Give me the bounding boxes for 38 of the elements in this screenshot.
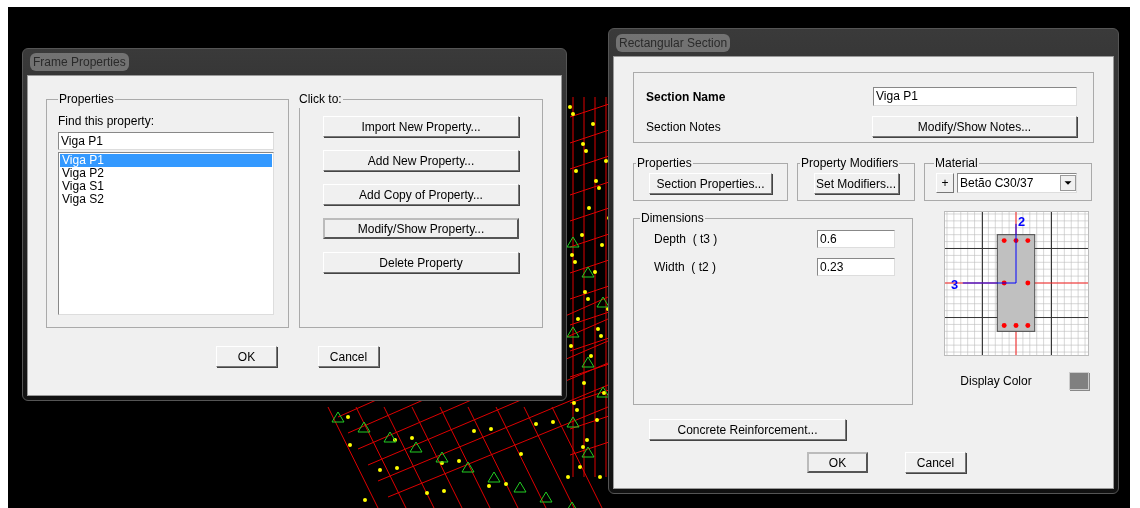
input-field[interactable]: 0.6 [817,230,895,248]
cancel-button[interactable]: Cancel [905,452,966,473]
group-label: Material [934,155,979,172]
input-field[interactable]: 0.23 [817,258,895,276]
field-label: Section Notes [646,118,721,136]
group-label: Click to: [298,91,343,108]
window-title: Rectangular Section [616,33,731,52]
notes-button[interactable]: Modify/Show Notes... [872,116,1077,137]
name-field[interactable]: Viga P1 [873,87,1077,106]
field-label: Depth ( t3 ) [654,231,718,248]
list-item[interactable]: Viga S1 [60,180,272,193]
ok-button[interactable]: OK [807,452,868,473]
group-label: Properties [58,91,115,108]
color-swatch[interactable] [1068,372,1089,390]
cancel-button[interactable]: Cancel [318,346,379,367]
action-button[interactable]: Delete Property [323,252,519,273]
add-material-button[interactable]: + [936,173,954,193]
section-preview-drawing: 2 3 [944,211,1089,356]
section-properties-button[interactable]: Section Properties... [649,173,772,194]
group-label: Dimensions [640,210,705,227]
ok-button[interactable]: OK [216,346,277,367]
field-label: Section Name [646,88,726,106]
field-label: Find this property: [58,113,156,130]
window-title: Frame Properties [30,53,129,71]
field-label: Display Color [960,373,1032,390]
action-button[interactable]: Add New Property... [323,150,519,171]
material-dropdown[interactable]: Betão C30/37 [957,173,1077,193]
reinforcement-button[interactable]: Concrete Reinforcement... [649,419,846,440]
search-field[interactable]: Viga P1 [58,132,274,150]
list-item[interactable]: Viga P2 [60,167,272,180]
field-label: Width ( t2 ) [654,259,716,276]
group-label: Properties [636,155,693,172]
group-label: Property Modifiers [800,155,900,172]
action-button[interactable]: Modify/Show Property... [323,218,519,239]
list-item[interactable]: Viga S2 [60,193,272,206]
action-button[interactable]: Import New Property... [323,116,519,137]
action-button[interactable]: Add Copy of Property... [323,184,519,205]
set-modifiers-button[interactable]: Set Modifiers... [813,173,899,194]
